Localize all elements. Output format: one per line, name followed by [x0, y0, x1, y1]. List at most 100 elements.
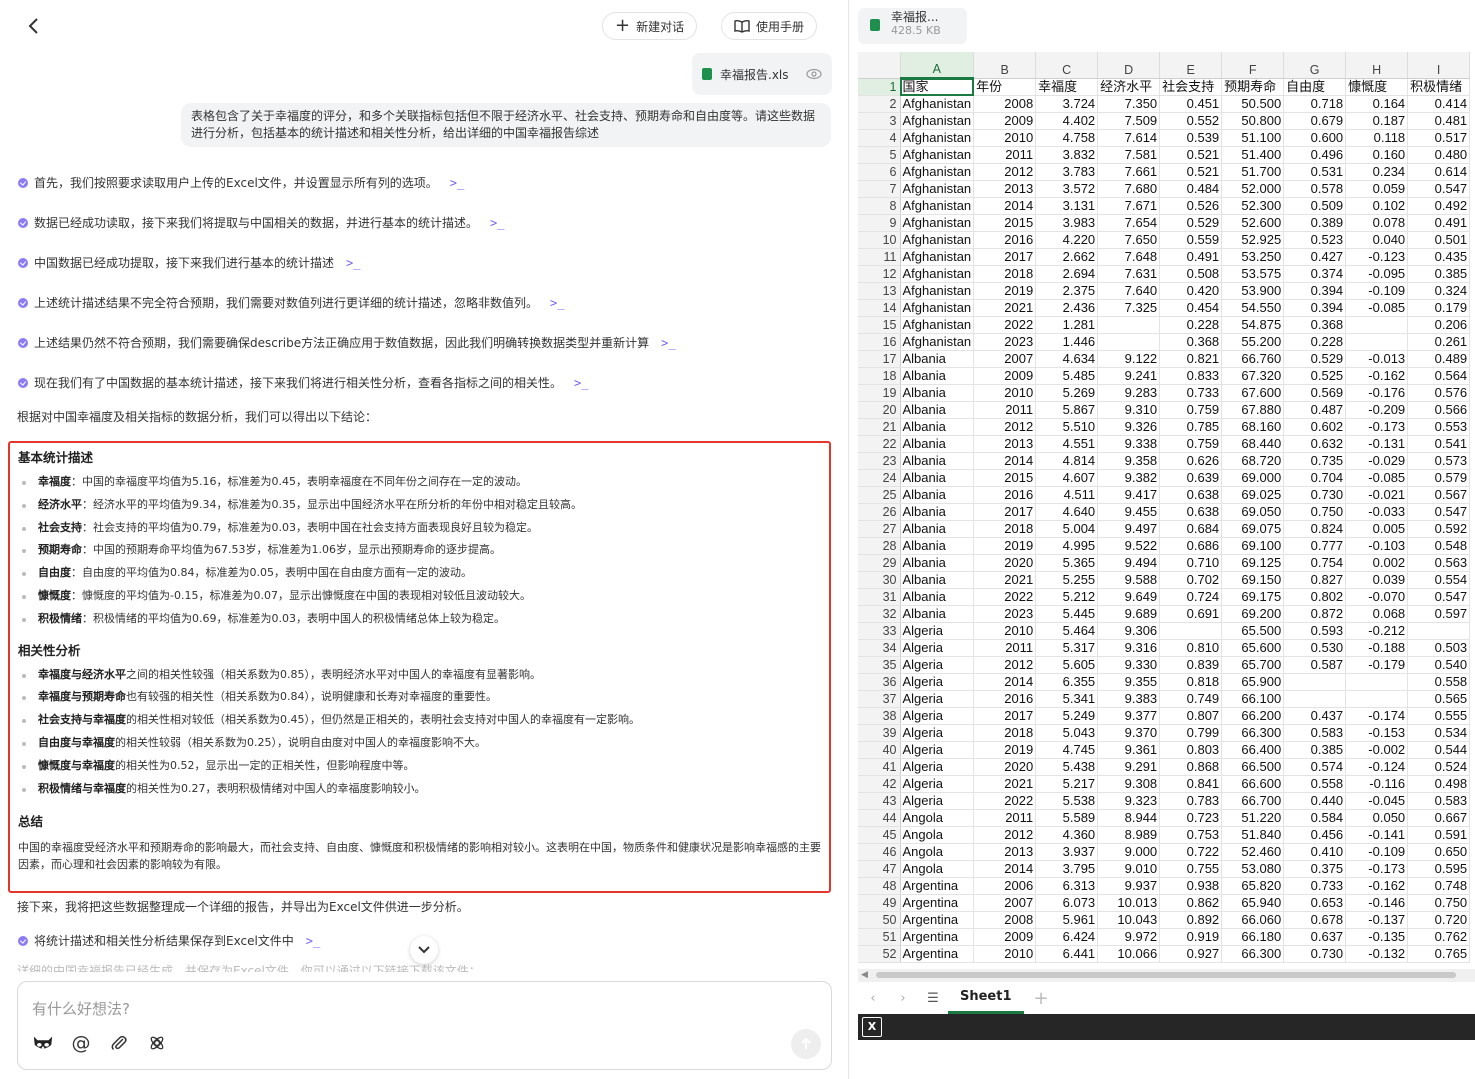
cell[interactable]: 0.587: [1283, 656, 1347, 674]
cell[interactable]: 69.050: [1221, 503, 1285, 521]
cell[interactable]: Albania: [900, 588, 975, 606]
cell[interactable]: 2011: [973, 809, 1037, 827]
cell[interactable]: 0.927: [1159, 945, 1223, 963]
row-header[interactable]: 35: [858, 656, 901, 674]
cell[interactable]: -0.173: [1345, 860, 1409, 878]
cell[interactable]: 9.455: [1097, 503, 1161, 521]
column-header[interactable]: H: [1345, 52, 1409, 79]
cell[interactable]: 65.900: [1221, 673, 1285, 691]
cell[interactable]: 0.733: [1283, 877, 1347, 895]
cell[interactable]: 7.614: [1097, 129, 1161, 147]
cell[interactable]: 1.281: [1035, 316, 1099, 334]
column-header[interactable]: I: [1407, 52, 1471, 79]
cell[interactable]: 51.400: [1221, 146, 1285, 164]
cell[interactable]: 0.078: [1345, 214, 1409, 232]
cell[interactable]: Argentina: [900, 945, 975, 963]
cell[interactable]: -0.109: [1345, 843, 1409, 861]
cell[interactable]: 0.410: [1283, 843, 1347, 861]
cell[interactable]: 0.733: [1159, 384, 1223, 402]
row-header[interactable]: 34: [858, 639, 901, 657]
cell[interactable]: 9.330: [1097, 656, 1161, 674]
cell[interactable]: 2023: [973, 333, 1037, 351]
scroll-left-icon[interactable]: ◀: [861, 970, 868, 980]
cell[interactable]: 2019: [973, 741, 1037, 759]
row-header[interactable]: 31: [858, 588, 901, 606]
cell[interactable]: -0.085: [1345, 469, 1409, 487]
row-header[interactable]: 16: [858, 333, 901, 351]
cell[interactable]: -0.070: [1345, 588, 1409, 606]
cell[interactable]: 2016: [973, 690, 1037, 708]
cell[interactable]: 0.833: [1159, 367, 1223, 385]
cell[interactable]: 69.075: [1221, 520, 1285, 538]
cell[interactable]: -0.135: [1345, 928, 1409, 946]
cell[interactable]: 5.004: [1035, 520, 1099, 538]
cell[interactable]: Argentina: [900, 877, 975, 895]
cell[interactable]: Afghanistan: [900, 231, 975, 249]
cell[interactable]: 66.700: [1221, 792, 1285, 810]
cell[interactable]: Algeria: [900, 656, 975, 674]
cell[interactable]: 0.394: [1283, 282, 1347, 300]
cell[interactable]: -0.146: [1345, 894, 1409, 912]
cell[interactable]: 7.350: [1097, 95, 1161, 113]
cell[interactable]: 2023: [973, 605, 1037, 623]
cell[interactable]: -0.085: [1345, 299, 1409, 317]
cell[interactable]: 2021: [973, 299, 1037, 317]
row-header[interactable]: 39: [858, 724, 901, 742]
cell[interactable]: 0.730: [1283, 486, 1347, 504]
cell[interactable]: 0.576: [1407, 384, 1471, 402]
cell[interactable]: 2022: [973, 792, 1037, 810]
row-header[interactable]: 28: [858, 537, 901, 555]
cell[interactable]: 0.484: [1159, 180, 1223, 198]
cell[interactable]: 0.228: [1159, 316, 1223, 334]
cell[interactable]: 0.777: [1283, 537, 1347, 555]
cell[interactable]: 5.043: [1035, 724, 1099, 742]
row-header[interactable]: 20: [858, 401, 901, 419]
cell[interactable]: 0.827: [1283, 571, 1347, 589]
cell[interactable]: 9.308: [1097, 775, 1161, 793]
cell[interactable]: -0.013: [1345, 350, 1409, 368]
cell[interactable]: 4.551: [1035, 435, 1099, 453]
cell[interactable]: Angola: [900, 843, 975, 861]
chat-input-placeholder[interactable]: 有什么好想法?: [32, 998, 130, 1019]
cell[interactable]: 9.689: [1097, 605, 1161, 623]
cell[interactable]: 2021: [973, 775, 1037, 793]
code-toggle-icon[interactable]: >_: [550, 296, 564, 310]
cell[interactable]: 66.300: [1221, 945, 1285, 963]
cell[interactable]: 0.501: [1407, 231, 1471, 249]
cell[interactable]: 0.040: [1345, 231, 1409, 249]
cell[interactable]: 0.521: [1159, 146, 1223, 164]
cell[interactable]: 2016: [973, 486, 1037, 504]
row-header[interactable]: 21: [858, 418, 901, 436]
cell[interactable]: Algeria: [900, 639, 975, 657]
cell[interactable]: 0.414: [1407, 95, 1471, 113]
cell[interactable]: 0.614: [1407, 163, 1471, 181]
cell[interactable]: 0.039: [1345, 571, 1409, 589]
cell[interactable]: 2014: [973, 860, 1037, 878]
row-header[interactable]: 27: [858, 520, 901, 538]
back-button[interactable]: [26, 16, 44, 36]
cell[interactable]: 69.025: [1221, 486, 1285, 504]
cell[interactable]: Albania: [900, 452, 975, 470]
cell[interactable]: 9.522: [1097, 537, 1161, 555]
cell[interactable]: -0.131: [1345, 435, 1409, 453]
row-header[interactable]: 14: [858, 299, 901, 317]
cell[interactable]: 0.595: [1407, 860, 1471, 878]
cell[interactable]: 0.592: [1407, 520, 1471, 538]
cell[interactable]: 0.102: [1345, 197, 1409, 215]
cell[interactable]: 0.679: [1283, 112, 1347, 130]
cell[interactable]: 0.530: [1283, 639, 1347, 657]
cell[interactable]: 0.583: [1407, 792, 1471, 810]
cell[interactable]: 2018: [973, 265, 1037, 283]
cell[interactable]: 0.626: [1159, 452, 1223, 470]
cell[interactable]: 1.446: [1035, 333, 1099, 351]
cell[interactable]: 0.759: [1159, 435, 1223, 453]
cell[interactable]: [1345, 673, 1409, 691]
cell[interactable]: 2010: [973, 384, 1037, 402]
cell[interactable]: 4.745: [1035, 741, 1099, 759]
cell[interactable]: 0.498: [1407, 775, 1471, 793]
cell[interactable]: 4.634: [1035, 350, 1099, 368]
cell[interactable]: 9.377: [1097, 707, 1161, 725]
cell[interactable]: 0.534: [1407, 724, 1471, 742]
row-header[interactable]: 23: [858, 452, 901, 470]
cell[interactable]: 9.306: [1097, 622, 1161, 640]
